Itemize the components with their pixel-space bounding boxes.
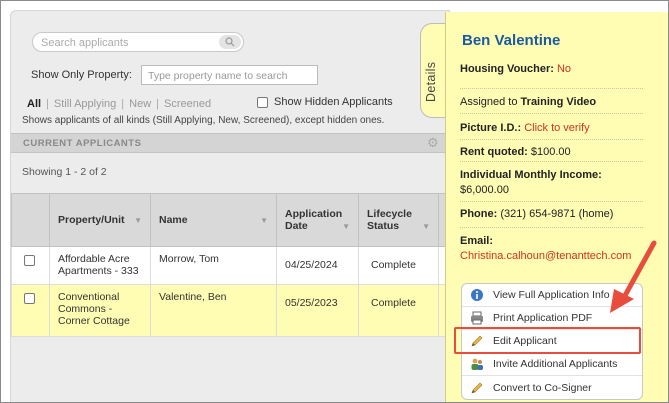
column-header-date[interactable]: Application Date ▼: [276, 193, 359, 247]
search-input[interactable]: Search applicants: [41, 37, 128, 49]
housing-voucher-value: No: [556, 63, 572, 75]
show-hidden-toggle[interactable]: Show Hidden Applicants: [257, 96, 393, 108]
property-filter-input[interactable]: Type property name to search: [141, 65, 318, 85]
rent-row: Rent quoted: $100.00: [460, 140, 643, 162]
pencil-icon: [471, 382, 483, 393]
filter-still-applying[interactable]: Still Applying: [54, 98, 116, 110]
sort-icon[interactable]: ▼: [260, 216, 268, 225]
property-filter-label: Show Only Property:: [31, 69, 132, 81]
table-header-row: Property/Unit ▼ Name ▼ Application Date ▼ L…: [11, 193, 472, 247]
applicant-name: Ben Valentine: [462, 32, 561, 49]
people-icon: [471, 358, 483, 370]
showing-count: Showing 1 - 2 of 2: [22, 166, 107, 178]
cell-status: Complete: [358, 284, 439, 337]
current-applicants-title: CURRENT APPLICANTS: [23, 138, 142, 149]
filter-description: Shows applicants of all kinds (Still App…: [22, 115, 385, 126]
table-row[interactable]: Conventional Commons - Corner Cottage Va…: [11, 284, 472, 337]
menu-item-invite-applicants[interactable]: Invite Additional Applicants: [462, 353, 642, 376]
verify-link[interactable]: Click to verify: [524, 122, 589, 134]
column-header-status[interactable]: Lifecycle Status ▼: [358, 193, 439, 247]
income-value: $6,000.00: [460, 184, 509, 196]
search-icon: [225, 37, 235, 47]
cell-property: Affordable Acre Apartments - 333: [49, 246, 151, 285]
sort-icon[interactable]: ▼: [422, 222, 430, 231]
cell-name: Valentine, Ben: [150, 284, 277, 337]
table-row[interactable]: Affordable Acre Apartments - 333 Morrow,…: [11, 246, 472, 285]
assigned-row: Assigned to Training Video: [460, 88, 643, 114]
column-header-property[interactable]: Property/Unit ▼: [49, 193, 151, 247]
filter-new[interactable]: New: [129, 98, 151, 110]
cell-date: 04/25/2024: [276, 246, 359, 285]
info-icon: [471, 289, 483, 301]
gear-icon[interactable]: ⚙: [427, 135, 439, 151]
select-all-header: [11, 193, 50, 247]
sort-icon[interactable]: ▼: [342, 222, 350, 231]
picture-id-row: Picture I.D.: Click to verify: [460, 114, 643, 140]
arrow-annotation-icon: [610, 240, 657, 313]
details-tab-label: Details: [424, 61, 438, 102]
column-header-name[interactable]: Name ▼: [150, 193, 277, 247]
cell-name: Morrow, Tom: [150, 246, 277, 285]
cell-status: Complete: [358, 246, 439, 285]
details-tab[interactable]: Details: [420, 23, 448, 118]
search-box[interactable]: Search applicants: [32, 32, 244, 52]
cell-property: Conventional Commons - Corner Cottage: [49, 284, 151, 337]
rent-value: $100.00: [530, 146, 571, 158]
filter-screened[interactable]: Screened: [164, 98, 211, 110]
search-button[interactable]: [219, 35, 241, 49]
menu-item-convert-cosigner[interactable]: Convert to Co-Signer: [462, 376, 642, 399]
property-filter-placeholder: Type property name to search: [148, 70, 288, 82]
phone-row: Phone: (321) 654-9871 (home): [460, 202, 643, 228]
assigned-value: Training Video: [520, 96, 597, 108]
applicants-table: Property/Unit ▼ Name ▼ Application Date ▼ L…: [11, 193, 472, 337]
row-checkbox[interactable]: [24, 293, 35, 304]
housing-voucher-row: Housing Voucher: No: [460, 63, 643, 89]
income-row: Individual Monthly Income: $6,000.00: [460, 162, 643, 202]
status-filters: All | Still Applying | New | Screened: [27, 98, 212, 110]
printer-icon: [471, 311, 483, 325]
phone-value: (321) 654-9871 (home): [500, 208, 614, 220]
show-hidden-checkbox[interactable]: [257, 96, 268, 108]
cell-date: 05/25/2023: [276, 284, 359, 337]
sort-icon[interactable]: ▼: [134, 216, 142, 225]
edit-applicant-highlight: [454, 327, 641, 354]
filter-all[interactable]: All: [27, 98, 41, 110]
current-applicants-bar: CURRENT APPLICANTS ⚙: [11, 133, 445, 153]
app-window: Search applicants Show Only Property: Ty…: [0, 0, 669, 403]
show-hidden-label: Show Hidden Applicants: [274, 96, 393, 108]
row-checkbox[interactable]: [24, 255, 35, 266]
